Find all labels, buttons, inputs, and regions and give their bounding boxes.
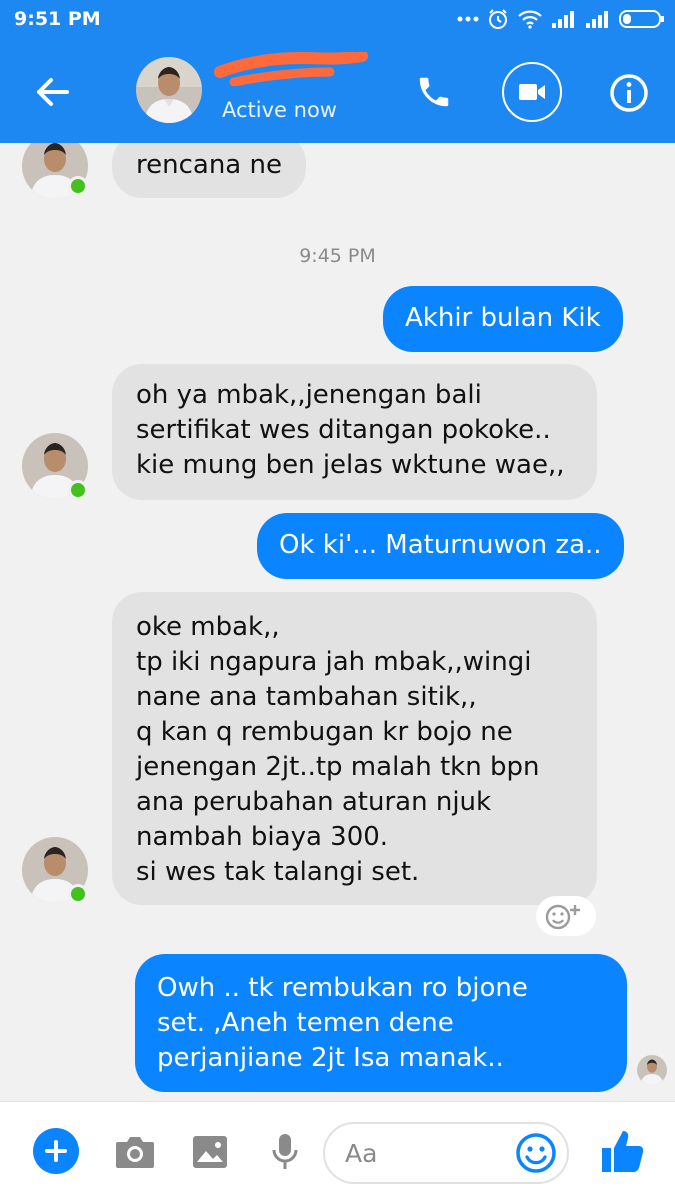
camera-button[interactable] — [113, 1132, 157, 1172]
message-text: nane ana tambahan sitik,, — [136, 682, 477, 712]
emoji-icon[interactable] — [515, 1132, 557, 1174]
message-text: oh ya mbak,,jenengan bali — [136, 380, 482, 410]
read-receipt-avatar — [637, 1055, 667, 1085]
message-text: set. ,Aneh temen dene — [157, 1008, 454, 1038]
name-redaction — [214, 52, 368, 86]
incoming-message[interactable]: oh ya mbak,,jenengan bali sertifikat wes… — [112, 364, 597, 500]
contact-avatar[interactable] — [136, 57, 202, 123]
arrow-left-icon — [37, 78, 69, 106]
message-text: q kan q rembugan kr bojo ne — [136, 717, 513, 747]
message-text: Akhir bulan Kik — [405, 303, 601, 333]
status-icons — [457, 7, 665, 31]
message-text: jenengan 2jt..tp malah tkn bpn — [136, 752, 540, 782]
camera-icon — [116, 1137, 154, 1168]
message-text: rencana ne — [136, 150, 282, 180]
online-indicator — [68, 884, 88, 904]
phone-icon — [419, 77, 449, 107]
chat-header: Active now — [0, 38, 675, 143]
voice-record-button[interactable] — [263, 1132, 307, 1172]
message-text: Owh .. tk rembukan ro bjone — [157, 973, 528, 1003]
message-text: tp iki ngapura jah mbak,,wingi — [136, 647, 532, 677]
battery-icon — [619, 10, 664, 28]
online-indicator — [68, 176, 88, 196]
alarm-icon — [489, 9, 507, 29]
outgoing-message[interactable]: Owh .. tk rembukan ro bjone set. ,Aneh t… — [135, 954, 627, 1092]
add-reaction-button[interactable] — [536, 896, 596, 936]
signal-icon-2 — [586, 11, 608, 28]
video-camera-icon — [519, 84, 545, 100]
top-bar: 9:51 PM Active now — [0, 0, 675, 143]
message-timestamp: 9:45 PM — [299, 245, 376, 267]
message-input[interactable] — [345, 1137, 495, 1169]
online-indicator — [68, 480, 88, 500]
signal-icon — [552, 11, 574, 28]
outgoing-message[interactable]: Akhir bulan Kik — [383, 286, 623, 352]
back-button[interactable] — [28, 68, 76, 116]
message-text: sertifikat wes ditangan pokoke.. — [136, 415, 551, 445]
message-text: nambah biaya 300. — [136, 822, 389, 852]
wifi-icon — [518, 10, 542, 29]
active-status: Active now — [222, 98, 337, 122]
add-reaction-icon — [545, 904, 580, 930]
message-text: ana perubahan aturan njuk — [136, 787, 492, 817]
person-photo-icon — [136, 57, 202, 123]
video-call-button[interactable] — [502, 62, 562, 122]
more-dots-icon — [457, 16, 479, 22]
plus-icon — [45, 1140, 67, 1162]
message-text: si wes tak talangi set. — [136, 857, 420, 887]
status-bar: 9:51 PM — [0, 0, 675, 38]
person-photo-icon — [637, 1055, 667, 1085]
message-text: perjanjiane 2jt Isa manak.. — [157, 1043, 504, 1073]
info-icon — [610, 74, 648, 112]
gallery-button[interactable] — [188, 1132, 232, 1172]
outgoing-message[interactable]: Ok ki'... Maturnuwon za.. — [257, 513, 624, 579]
status-time: 9:51 PM — [14, 8, 101, 30]
thumbs-up-icon[interactable] — [600, 1128, 644, 1174]
more-actions-button[interactable] — [33, 1128, 79, 1174]
info-button[interactable] — [604, 68, 654, 118]
message-composer — [0, 1101, 675, 1200]
message-text: Ok ki'... Maturnuwon za.. — [279, 530, 602, 560]
microphone-icon — [272, 1134, 298, 1169]
incoming-message[interactable]: rencana ne — [112, 143, 306, 198]
message-list[interactable]: rencana ne 9:45 PM Akhir bulan Kik oh ya… — [0, 143, 675, 1101]
image-icon — [193, 1136, 227, 1168]
message-text: oke mbak,, — [136, 612, 280, 642]
message-text: kie mung ben jelas wktune wae,, — [136, 450, 565, 480]
voice-call-button[interactable] — [408, 68, 460, 116]
incoming-message[interactable]: oke mbak,, tp iki ngapura jah mbak,,wing… — [112, 592, 597, 905]
